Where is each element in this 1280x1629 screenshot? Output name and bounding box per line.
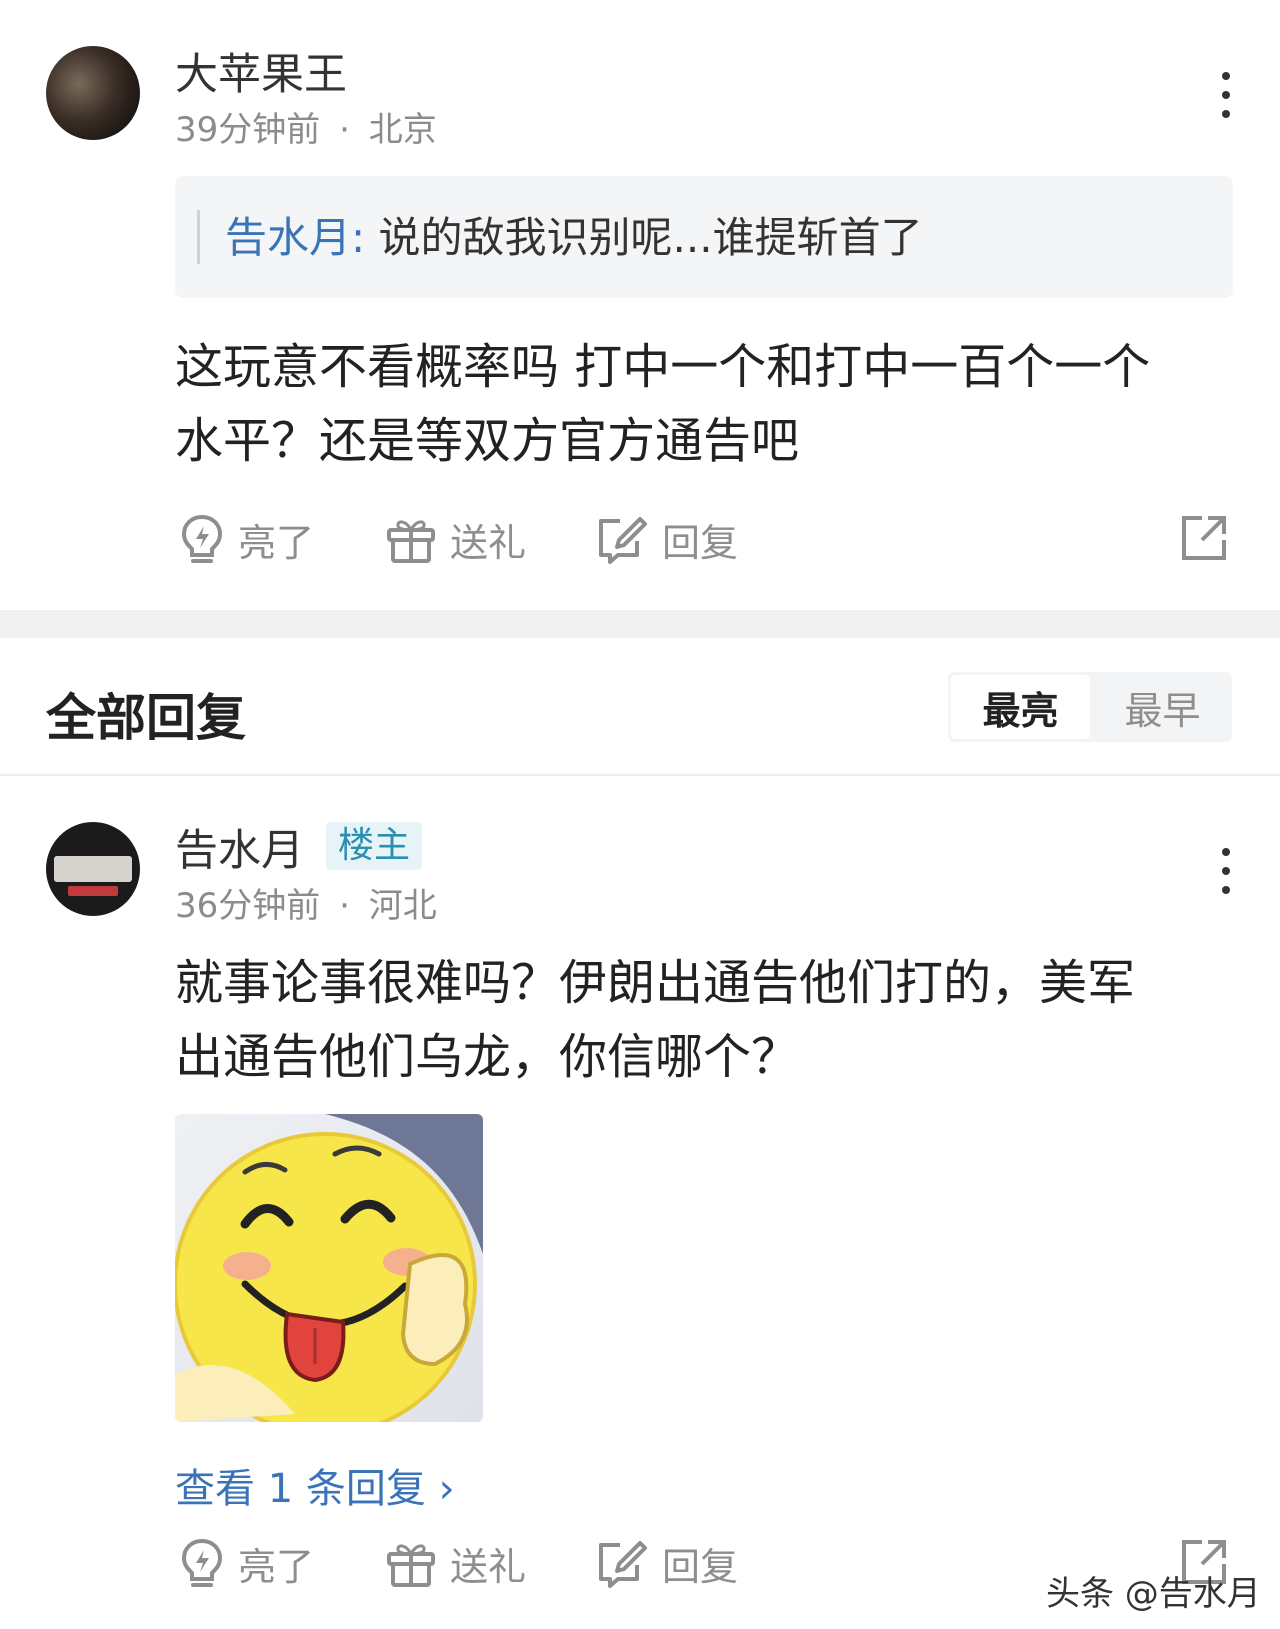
gift-label: 送礼 (450, 1545, 527, 1589)
gift-button[interactable]: 送礼 (386, 512, 526, 567)
reply-body-line-1: 就事论事很难吗？伊朗出通告他们打的，美军 (175, 955, 1136, 1011)
lightbulb-icon (181, 1538, 223, 1587)
comment-location: 北京 (368, 110, 437, 150)
like-button[interactable]: 亮了 (180, 512, 314, 567)
avatar[interactable] (46, 822, 140, 916)
quote-author[interactable]: 告水月: (225, 213, 365, 262)
reply-meta: 36分钟前 · 河北 (175, 878, 437, 927)
avatar[interactable] (46, 46, 140, 140)
gift-label: 送礼 (450, 521, 527, 565)
lightbulb-icon (181, 514, 223, 563)
like-label: 亮了 (238, 521, 315, 565)
comment-username[interactable]: 大苹果王 (175, 40, 347, 102)
more-options-icon[interactable] (1221, 848, 1231, 894)
comment-time: 39分钟前 (175, 110, 321, 150)
sticker-image[interactable] (175, 1114, 483, 1422)
quote-bar (197, 210, 200, 264)
view-replies-link[interactable]: 查看 1 条回复 › (175, 1456, 455, 1514)
section-divider (0, 612, 1280, 638)
comment-meta: 39分钟前 · 北京 (175, 102, 437, 151)
like-button[interactable]: 亮了 (180, 1536, 314, 1591)
comment-body-line-1: 这玩意不看概率吗 打中一个和打中一百个一个 (175, 339, 1151, 395)
reply-location: 河北 (368, 886, 437, 926)
reply-username[interactable]: 告水月 (175, 816, 304, 878)
reply-time: 36分钟前 (175, 886, 321, 926)
meta-separator: · (339, 886, 350, 926)
edit-icon (599, 516, 647, 564)
section-title: 全部回复 (46, 689, 246, 747)
reply-label: 回复 (662, 1545, 739, 1589)
gift-button[interactable]: 送礼 (386, 1536, 526, 1591)
sort-option-earliest[interactable]: 最早 (1093, 672, 1232, 742)
watermark: 头条 @告水月 (1046, 1574, 1261, 1614)
sort-option-hottest[interactable]: 最亮 (951, 675, 1090, 739)
quote-content: 告水月: 说的敌我识别呢...谁提斩首了 (225, 210, 923, 266)
op-badge: 楼主 (326, 822, 423, 870)
reply-button[interactable]: 回复 (596, 1536, 738, 1591)
gift-icon (387, 519, 435, 563)
like-label: 亮了 (238, 1545, 315, 1589)
meta-separator: · (339, 110, 350, 150)
smiley-sticker-icon (175, 1114, 483, 1422)
more-options-icon[interactable] (1221, 72, 1231, 118)
edit-icon (599, 1540, 647, 1588)
divider (0, 774, 1280, 776)
quoted-reply[interactable]: 告水月: 说的敌我识别呢...谁提斩首了 (175, 176, 1233, 298)
reply-body-line-2: 出通告他们乌龙，你信哪个？ (175, 1029, 800, 1085)
sort-toggle[interactable]: 最亮 最早 (948, 672, 1232, 742)
share-icon[interactable] (1180, 514, 1228, 566)
comment-body-line-2: 水平？还是等双方官方通告吧 (175, 413, 800, 469)
gift-icon (387, 1543, 435, 1587)
reply-label: 回复 (662, 521, 739, 565)
quote-text: 说的敌我识别呢...谁提斩首了 (378, 213, 923, 262)
reply-button[interactable]: 回复 (596, 512, 738, 567)
